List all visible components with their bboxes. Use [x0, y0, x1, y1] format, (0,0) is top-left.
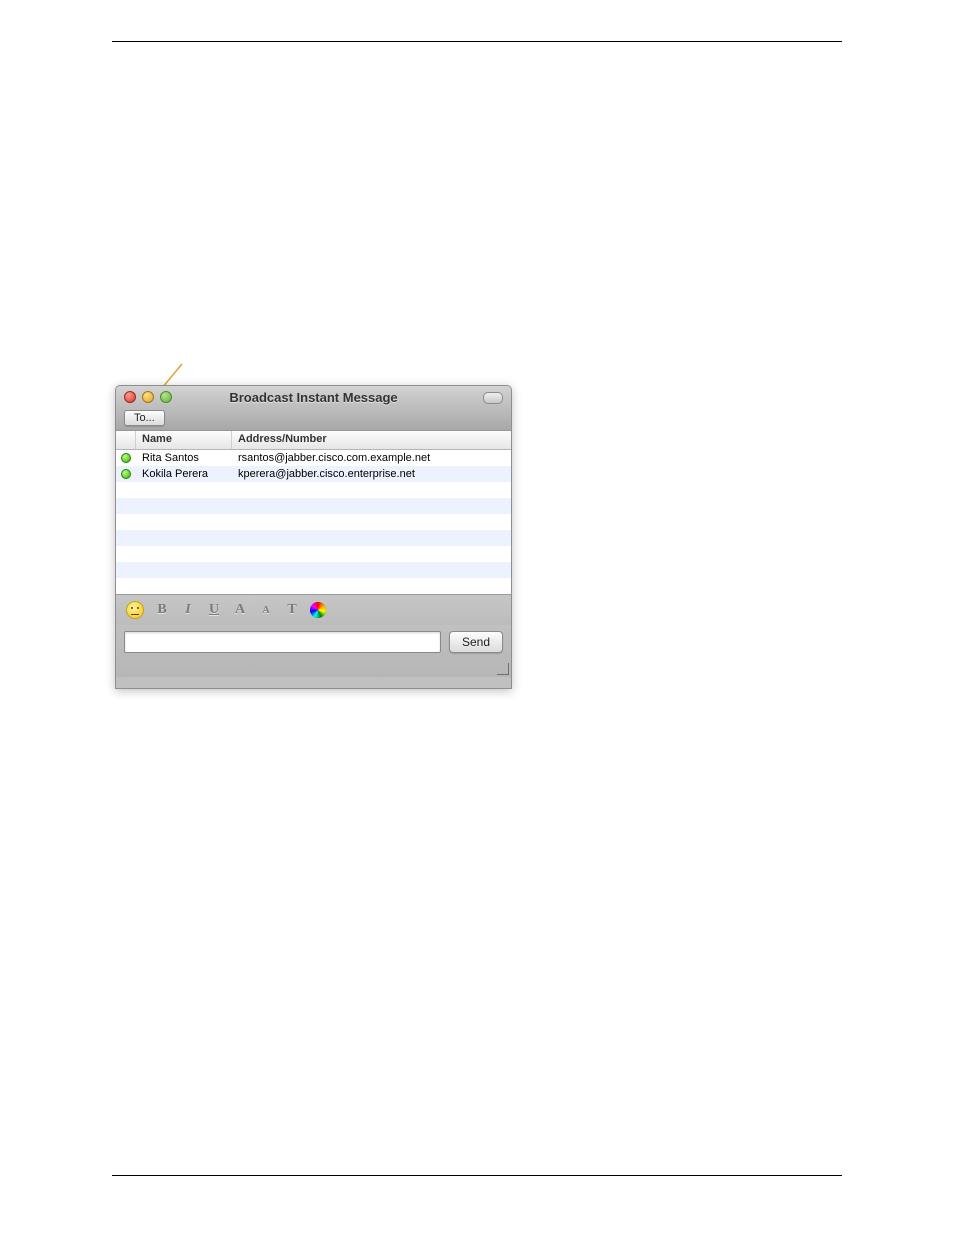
- to-button[interactable]: To...: [124, 410, 165, 426]
- message-input[interactable]: [124, 631, 441, 653]
- toolbar-pill-button[interactable]: [483, 392, 503, 404]
- table-row-empty: [116, 562, 511, 578]
- table-row-empty: [116, 498, 511, 514]
- presence-available-icon: [121, 469, 131, 479]
- presence-available-icon: [121, 453, 131, 463]
- compose-area: Send: [116, 625, 511, 677]
- address-cell: kperera@jabber.cisco.enterprise.net: [232, 468, 511, 480]
- bold-button[interactable]: B: [154, 602, 170, 618]
- font-bigger-button[interactable]: A: [232, 602, 248, 618]
- column-header-address[interactable]: Address/Number: [232, 431, 511, 449]
- send-button[interactable]: Send: [449, 631, 503, 653]
- underline-button[interactable]: U: [206, 602, 222, 618]
- status-cell: [116, 453, 136, 463]
- table-header: Name Address/Number: [116, 431, 511, 450]
- column-header-name[interactable]: Name: [136, 431, 232, 449]
- bottom-horizontal-rule: [112, 1175, 842, 1176]
- font-face-button[interactable]: T: [284, 602, 300, 618]
- table-row-empty: [116, 482, 511, 498]
- table-body: Rita Santos rsantos@jabber.cisco.com.exa…: [116, 450, 511, 594]
- table-row[interactable]: Rita Santos rsantos@jabber.cisco.com.exa…: [116, 450, 511, 466]
- window-title: Broadcast Instant Message: [116, 390, 511, 405]
- table-row-empty: [116, 578, 511, 594]
- broadcast-im-window: Broadcast Instant Message To... Name Add…: [115, 385, 512, 689]
- name-cell: Rita Santos: [136, 452, 232, 464]
- titlebar: Broadcast Instant Message To...: [116, 386, 511, 431]
- italic-button[interactable]: I: [180, 602, 196, 618]
- table-row[interactable]: Kokila Perera kperera@jabber.cisco.enter…: [116, 466, 511, 482]
- recipient-table: Name Address/Number Rita Santos rsantos@…: [116, 431, 511, 594]
- table-row-empty: [116, 530, 511, 546]
- color-picker-icon[interactable]: [310, 602, 326, 618]
- resize-grip[interactable]: [497, 663, 509, 675]
- column-header-status[interactable]: [116, 431, 136, 449]
- table-row-empty: [116, 514, 511, 530]
- format-toolbar: B I U A A T: [116, 594, 511, 625]
- address-cell: rsantos@jabber.cisco.com.example.net: [232, 452, 511, 464]
- name-cell: Kokila Perera: [136, 468, 232, 480]
- top-horizontal-rule: [112, 41, 842, 42]
- table-row-empty: [116, 546, 511, 562]
- status-cell: [116, 469, 136, 479]
- font-smaller-button[interactable]: A: [258, 605, 274, 616]
- emoticon-icon[interactable]: [126, 601, 144, 619]
